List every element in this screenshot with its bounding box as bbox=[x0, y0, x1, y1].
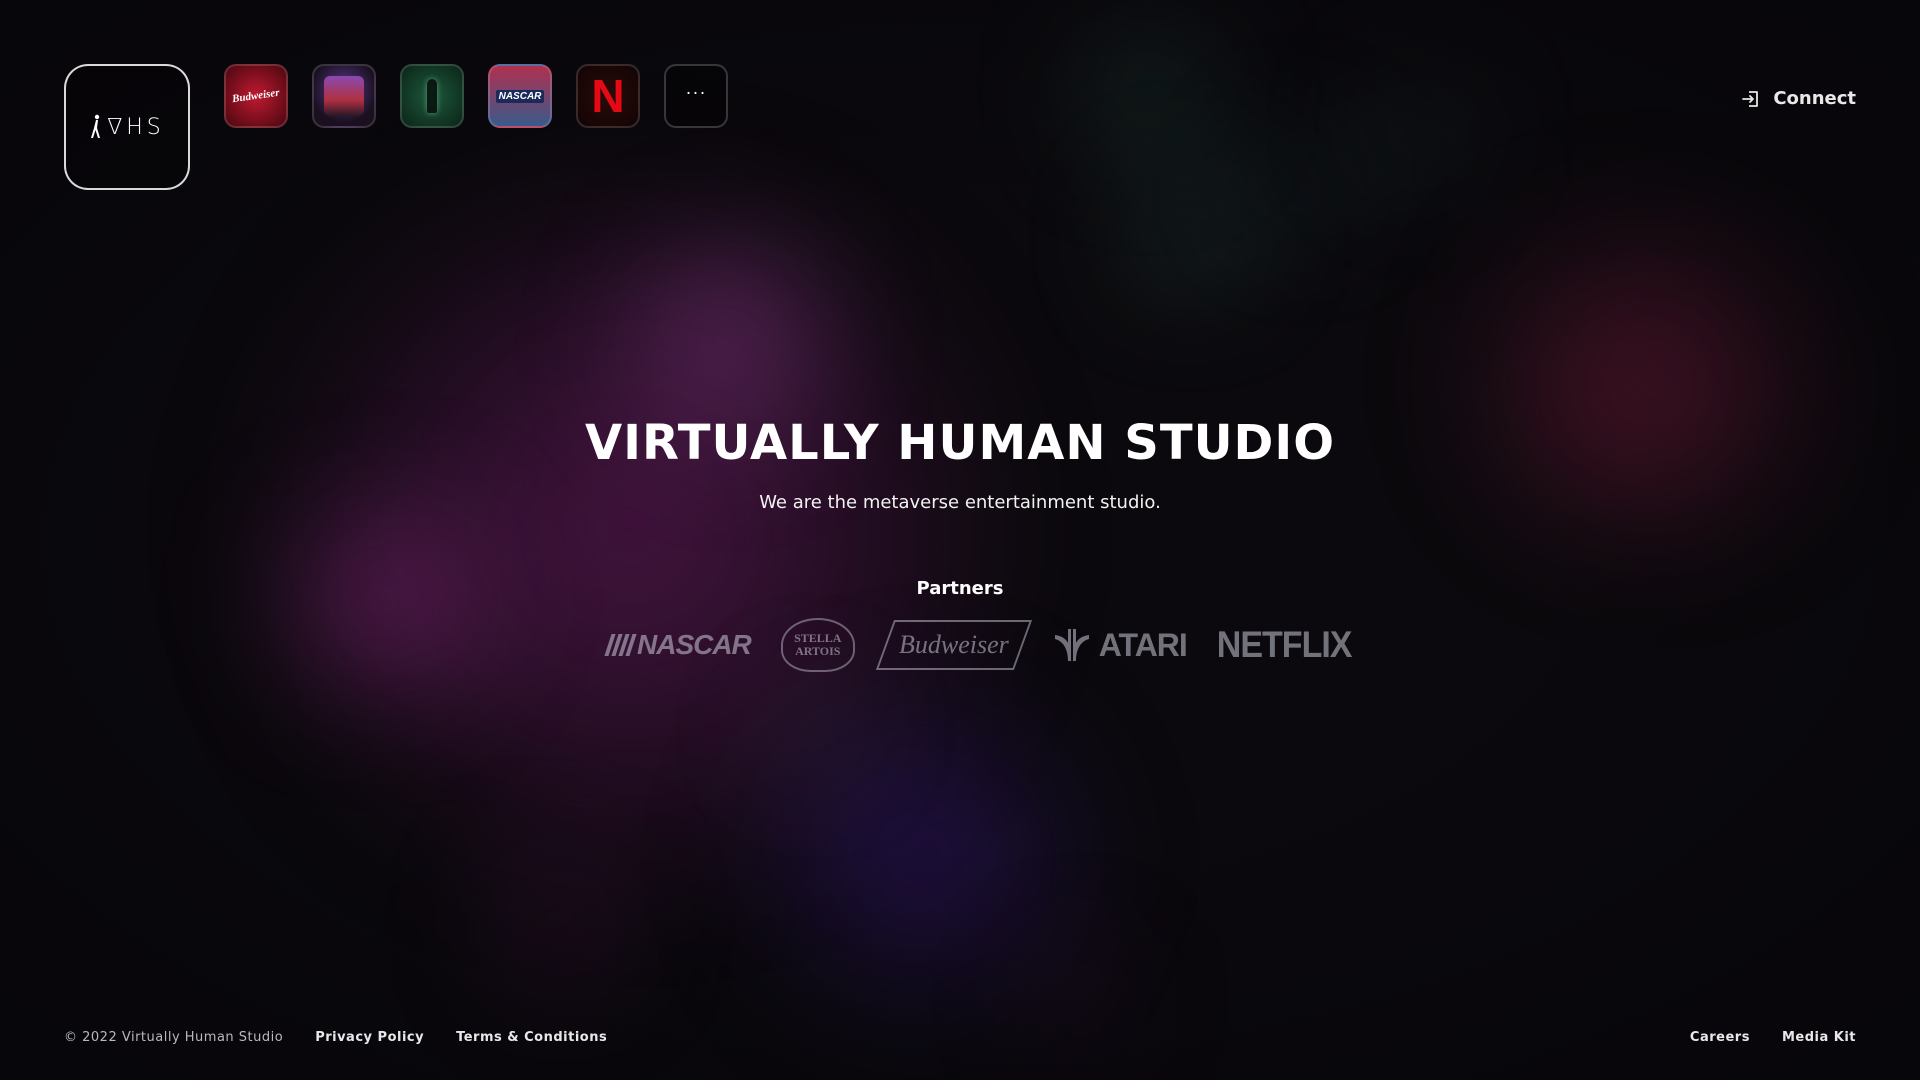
careers-link[interactable]: Careers bbox=[1690, 1030, 1750, 1045]
partner-logo-netflix: NETFLIX bbox=[1216, 623, 1353, 667]
terms-link[interactable]: Terms & Conditions bbox=[456, 1030, 607, 1045]
copyright-text: © 2022 Virtually Human Studio bbox=[64, 1030, 284, 1045]
brand-tile-budweiser[interactable]: Budweiser bbox=[224, 64, 288, 128]
stranger-things-artwork-icon bbox=[324, 76, 364, 116]
partner-logo-stella-artois: STELLA ARTOIS bbox=[780, 618, 855, 672]
page: ∇HS Budweiser NASCAR N ··· Connect VIRTU… bbox=[0, 0, 1920, 1080]
walking-figure-icon bbox=[91, 114, 101, 138]
brand-collection-row: Budweiser NASCAR N ··· bbox=[224, 64, 728, 128]
page-title: VIRTUALLY HUMAN STUDIO bbox=[584, 415, 1336, 471]
login-icon bbox=[1742, 90, 1759, 107]
brand-tile-netflix[interactable]: N bbox=[576, 64, 640, 128]
background-vignette bbox=[0, 0, 1920, 1080]
partner-logo-atari: ATARI bbox=[1053, 626, 1188, 664]
stella-artois-wordmark: STELLA ARTOIS bbox=[794, 631, 842, 658]
partner-logo-budweiser: Budweiser bbox=[875, 620, 1032, 670]
footer-left: © 2022 Virtually Human Studio Privacy Po… bbox=[64, 1030, 607, 1045]
media-kit-link[interactable]: Media Kit bbox=[1782, 1030, 1856, 1045]
connect-label: Connect bbox=[1773, 88, 1856, 109]
budweiser-logo-icon: Budweiser bbox=[231, 86, 281, 106]
partner-logo-nascar: NASCAR bbox=[604, 629, 752, 661]
brand-tile-nascar[interactable]: NASCAR bbox=[488, 64, 552, 128]
footer-right: Careers Media Kit bbox=[1690, 1030, 1856, 1045]
partners-heading: Partners bbox=[916, 578, 1004, 599]
atari-wordmark: ATARI bbox=[1098, 626, 1188, 663]
nascar-stripes-icon bbox=[604, 634, 637, 656]
page-subtitle: We are the metaverse entertainment studi… bbox=[759, 492, 1161, 513]
more-brands-button[interactable]: ··· bbox=[664, 64, 728, 128]
home-logo-button[interactable]: ∇HS bbox=[64, 64, 190, 190]
atari-fuji-icon bbox=[1054, 629, 1089, 661]
more-dots-icon: ··· bbox=[685, 83, 707, 103]
logo-text: ∇HS bbox=[107, 114, 165, 140]
budweiser-wordmark: Budweiser bbox=[898, 630, 1009, 659]
connect-button[interactable]: Connect bbox=[1741, 88, 1856, 109]
netflix-wordmark: NETFLIX bbox=[1216, 623, 1353, 666]
partner-logos: NASCAR STELLA ARTOIS Budweiser ATARI NET… bbox=[604, 618, 1353, 672]
nascar-wordmark: NASCAR bbox=[637, 629, 752, 660]
brand-tile-stranger-things[interactable] bbox=[312, 64, 376, 128]
nascar-logo-icon: NASCAR bbox=[495, 89, 545, 103]
brand-tile-figure[interactable] bbox=[400, 64, 464, 128]
netflix-logo-icon: N bbox=[591, 70, 625, 122]
privacy-policy-link[interactable]: Privacy Policy bbox=[315, 1030, 424, 1045]
character-figure-icon bbox=[427, 79, 437, 113]
